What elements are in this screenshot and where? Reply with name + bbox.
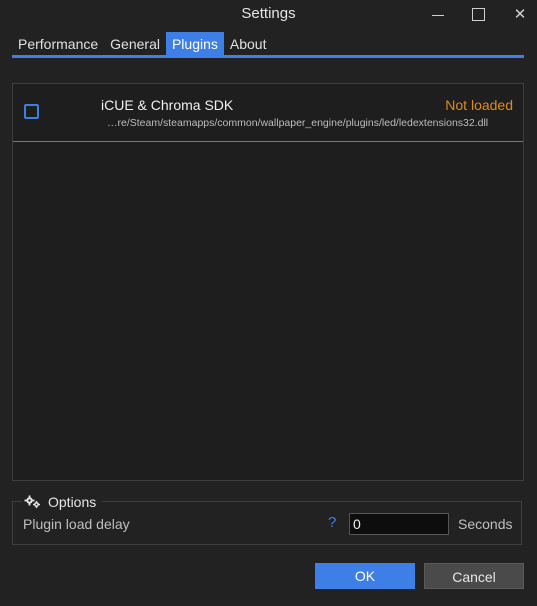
tab-performance[interactable]: Performance bbox=[12, 32, 104, 56]
tab-underline bbox=[12, 55, 524, 58]
tab-general[interactable]: General bbox=[104, 32, 166, 56]
plugin-enable-checkbox[interactable] bbox=[24, 104, 39, 119]
plugin-name: iCUE & Chroma SDK bbox=[101, 97, 234, 113]
options-legend: Options bbox=[22, 492, 103, 512]
window-title: Settings bbox=[241, 5, 296, 22]
maximize-icon[interactable] bbox=[466, 4, 490, 24]
plugin-load-delay-input[interactable] bbox=[349, 513, 449, 535]
plugin-status: Not loaded bbox=[445, 97, 513, 113]
minimize-icon[interactable] bbox=[426, 4, 450, 24]
plugin-path: …re/Steam/steamapps/common/wallpaper_eng… bbox=[107, 117, 489, 129]
plugins-list: iCUE & Chroma SDK Not loaded …re/Steam/s… bbox=[12, 83, 524, 481]
gears-icon bbox=[24, 495, 42, 509]
options-title: Options bbox=[48, 494, 97, 510]
cancel-button[interactable]: Cancel bbox=[424, 563, 524, 589]
tab-about[interactable]: About bbox=[224, 32, 273, 56]
plugin-load-delay-label: Plugin load delay bbox=[23, 516, 130, 532]
tab-plugins[interactable]: Plugins bbox=[165, 32, 224, 56]
ok-button[interactable]: OK bbox=[315, 563, 415, 589]
title-bar: Settings ✕ bbox=[0, 0, 537, 28]
tab-bar: Performance General Plugins About bbox=[12, 32, 272, 56]
plugin-row[interactable]: iCUE & Chroma SDK Not loaded …re/Steam/s… bbox=[13, 84, 523, 142]
close-icon[interactable]: ✕ bbox=[508, 4, 532, 24]
help-icon[interactable]: ? bbox=[328, 514, 336, 531]
seconds-unit-label: Seconds bbox=[458, 516, 513, 532]
